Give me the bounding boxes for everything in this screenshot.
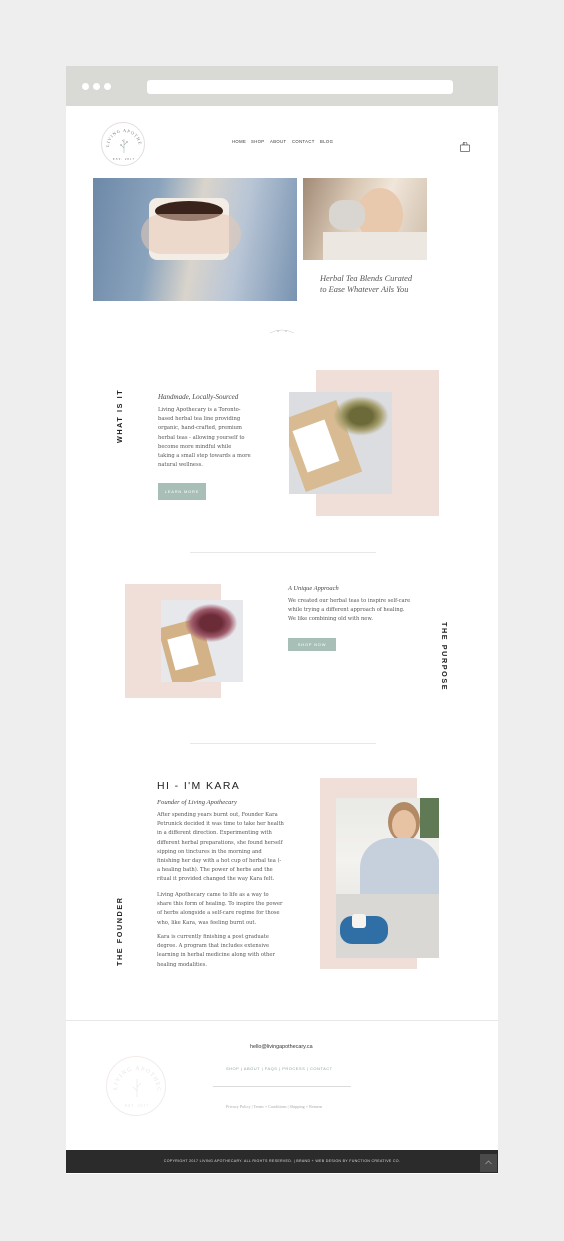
nav-contact[interactable]: CONTACT [292,139,315,144]
browser-toolbar [66,66,498,106]
tea-pouch-photo-2 [161,600,243,682]
founder-portrait-photo [336,798,439,958]
hero-photo-woman-drinking [303,178,427,260]
founder-line: healing modalities. [157,961,208,968]
what-is-it-line: taking a small step towards a more [158,453,251,460]
hero-photo-coffee-cup [93,178,297,301]
what-is-it-line: natural wellness. [158,462,203,469]
learn-more-button[interactable]: LEARN MORE [158,483,206,500]
founder-line: degree. A program that includes extensiv… [157,943,270,950]
tea-pouch-photo [289,392,392,494]
section-divider [190,552,376,553]
founder-line: a healing bath). The power of herbs and … [157,867,273,874]
what-is-it-line: become more mindful while [158,443,232,450]
purpose-heading: A Unique Approach [288,585,339,592]
botanical-divider-icon [269,329,295,334]
hero-tagline-line1: Herbal Tea Blends Curated [320,274,413,283]
nav-home[interactable]: HOME [232,139,246,144]
svg-text:LIVING APOTHECARY: LIVING APOTHECARY [107,1057,161,1092]
nav-shop[interactable]: SHOP [251,139,264,144]
cart-button[interactable]: 0 [460,137,470,152]
what-is-it-heading: Handmade, Locally-Sourced [158,393,239,401]
founder-line: After spending years burnt out, Founder … [157,812,278,818]
founder-line: sipping on tinctures in the morning and [157,848,262,855]
founder-line: learning in herbal medicine along with o… [157,952,275,959]
what-is-it-line: organic, hand-crafted, premium [158,425,242,432]
founder-line: of herbs alongside a self-care regime fo… [157,910,280,917]
founder-line: finishing her day with a hot cup of herb… [157,858,282,865]
section-divider [190,743,376,744]
copyright-text: COPYRIGHT 2017 LIVING APOTHECARY. ALL RI… [163,1159,401,1163]
footer-logo-emblem-icon: LIVING APOTHECARY [104,1053,161,1097]
footer-divider [213,1086,351,1087]
founder-paragraph-3: Kara is currently finishing a post gradu… [157,933,287,970]
hero-tagline-line2: to Ease Whatever Ails You [320,285,409,294]
back-to-top-button[interactable] [480,1154,497,1172]
purpose-line: We like combining old with new. [288,616,373,623]
footer-logo-est: EST. 2017 [124,1104,150,1108]
what-is-it-line: herbal teas - allowing yourself to [158,434,245,441]
logo[interactable]: LIVING APOTHECARY EST. 2017 [101,122,145,166]
founder-title: HI - I'M KARA [157,780,241,792]
logo-est: EST. 2017 [112,157,136,161]
footer-nav-links[interactable]: SHOP | ABOUT | FAQS | PROCESS | CONTACT [226,1066,333,1071]
footer-top-border [66,1020,498,1021]
founder-paragraph-1: After spending years burnt out, Founder … [157,811,287,885]
founder-line: share this form of healing. To inspire t… [157,901,283,908]
purpose-line: while trying a different approach of hea… [288,607,405,614]
founder-line: different herbal preparations, she found… [157,839,283,846]
purpose-body: We created our herbal teas to inspire se… [288,597,418,625]
founder-line: in a different direction. Experimenting … [157,830,272,837]
founder-line: ritual it provided changed the way Kara … [157,876,275,883]
section-label-the-purpose: THE PURPOSE [440,622,449,692]
section-label-the-founder: THE FOUNDER [115,896,124,966]
what-is-it-line: based herbal tea line providing [158,416,241,423]
founder-paragraph-2: Living Apothecary came to life as a way … [157,891,287,928]
hero-tagline: Herbal Tea Blends Curated to Ease Whatev… [320,273,412,295]
window-close-dot[interactable] [82,83,89,90]
footer-email-link[interactable]: hello@livingapothecary.ca [250,1044,313,1050]
founder-line: Living Apothecary came to life as a way … [157,892,269,898]
purpose-line: We created our herbal teas to inspire se… [288,598,411,604]
cart-count: 0 [463,141,466,146]
chevron-up-icon [485,1160,492,1165]
window-maximize-dot[interactable] [104,83,111,90]
nav-about[interactable]: ABOUT [270,139,286,144]
footer-logo-text: LIVING APOTHECARY [104,1053,160,1092]
svg-text:LIVING APOTHECARY: LIVING APOTHECARY [102,123,143,147]
founder-subtitle: Founder of Living Apothecary [157,799,237,806]
founder-line: Kara is currently finishing a post gradu… [157,934,269,940]
founder-line: who, like Kara, was feeling burnt out. [157,919,257,926]
what-is-it-line: Living Apothecary is a Toronto- [158,407,241,413]
what-is-it-body: Living Apothecary is a Toronto- based he… [158,406,258,470]
nav-blog[interactable]: BLOG [320,139,333,144]
copyright-bar: COPYRIGHT 2017 LIVING APOTHECARY. ALL RI… [66,1150,498,1173]
section-label-what-is-it: WHAT IS IT [115,388,124,443]
footer-legal-links[interactable]: Privacy Policy | Terms + Conditions | Sh… [226,1104,322,1109]
address-bar[interactable] [147,80,453,94]
footer-logo[interactable]: LIVING APOTHECARY EST. 2017 [104,1053,166,1116]
shop-now-button[interactable]: SHOP NOW [288,638,336,651]
logo-text: LIVING APOTHECARY [102,123,142,147]
web-page: LIVING APOTHECARY EST. 2017 HOME SHOP AB… [66,106,498,1174]
window-minimize-dot[interactable] [93,83,100,90]
founder-line: Petrunick decided it was time to take he… [157,821,284,828]
